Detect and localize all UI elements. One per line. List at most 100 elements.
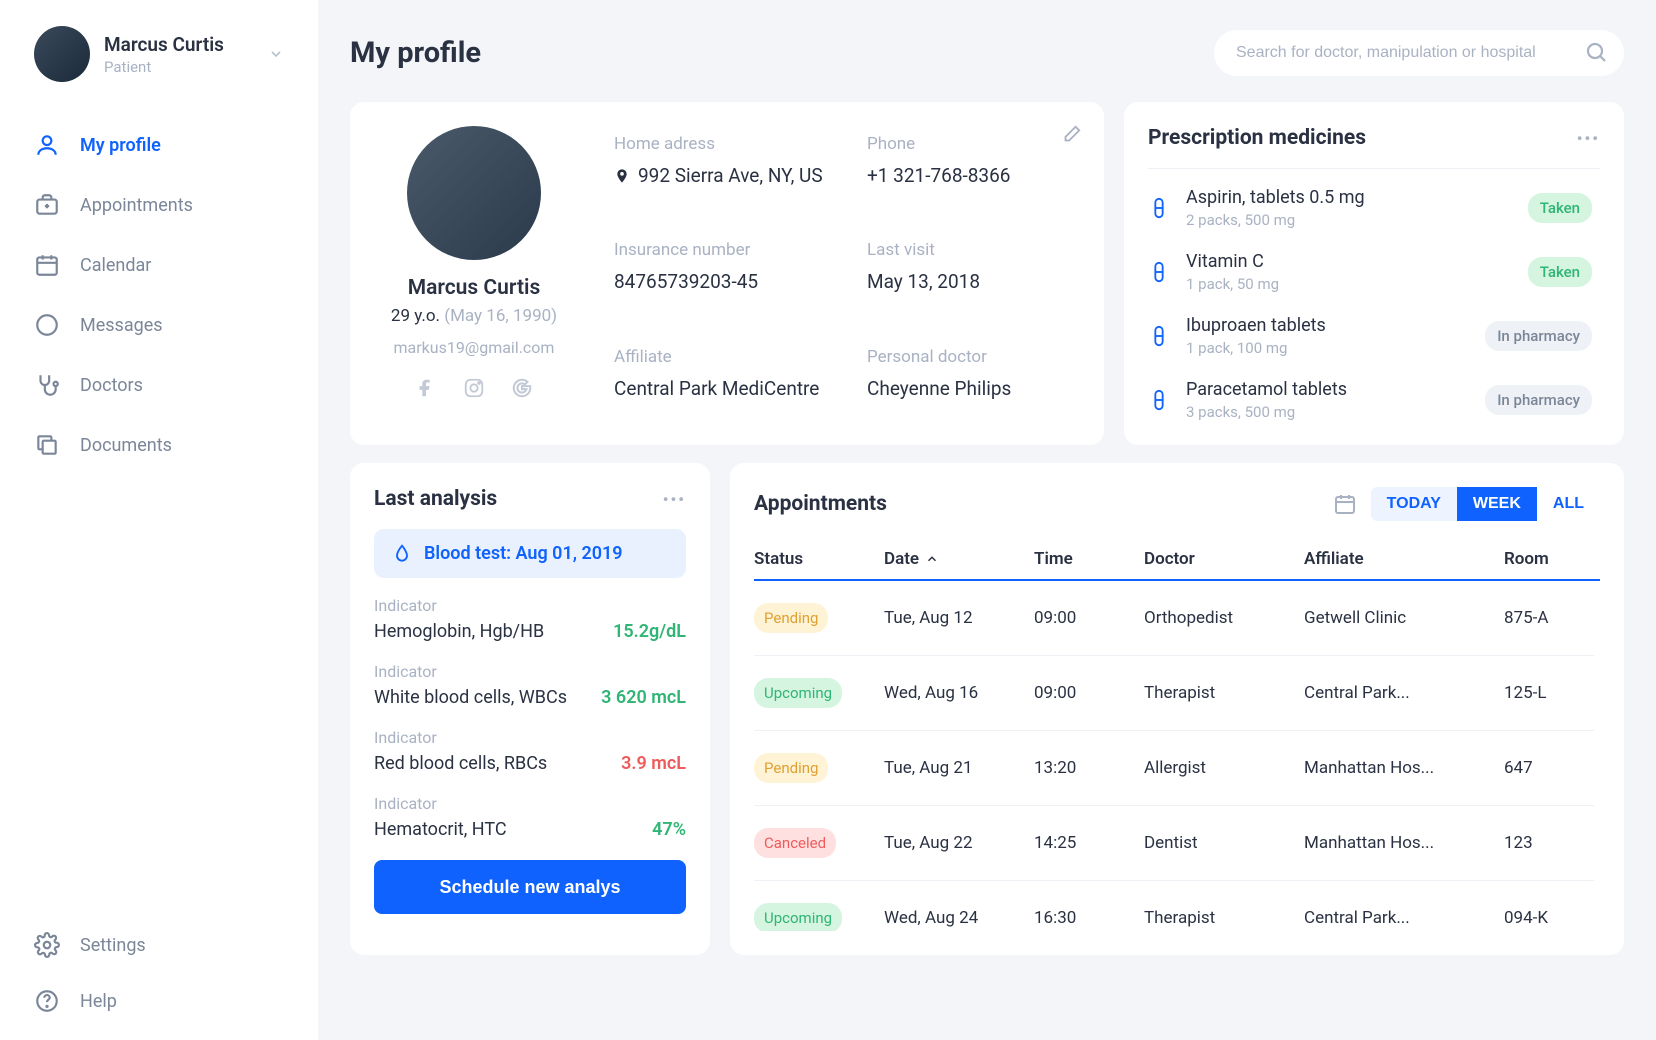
analysis-card: Last analysis ••• Blood test: Aug 01, 20… [350, 463, 710, 955]
sidebar-item-calendar[interactable]: Calendar [34, 252, 284, 278]
calendar-icon[interactable] [1333, 492, 1357, 516]
cell-affiliate: Central Park... [1304, 908, 1494, 928]
blood-test-chip[interactable]: Blood test: Aug 01, 2019 [374, 529, 686, 578]
status-badge: Taken [1528, 193, 1592, 223]
facebook-icon[interactable] [415, 377, 437, 399]
more-icon[interactable]: ••• [663, 490, 686, 509]
edit-icon[interactable] [1060, 124, 1082, 146]
google-icon[interactable] [511, 377, 533, 399]
search-icon[interactable] [1584, 40, 1608, 64]
sidebar-item-label: Appointments [80, 195, 193, 216]
prescription-meta: 1 pack, 50 mg [1186, 275, 1512, 293]
analysis-title: Last analysis [374, 487, 497, 511]
prescription-name: Vitamin C [1186, 251, 1512, 272]
indicator-value: 15.2g/dL [613, 621, 686, 642]
status-badge: In pharmacy [1485, 385, 1592, 415]
sidebar-item-label: Settings [80, 935, 146, 956]
sidebar-item-documents[interactable]: Documents [34, 432, 284, 458]
cell-date: Wed, Aug 16 [884, 683, 1024, 703]
sidebar-item-label: Help [80, 991, 117, 1012]
sidebar-item-label: My profile [80, 135, 161, 156]
profile-name: Marcus Curtis [374, 276, 574, 300]
prescription-item[interactable]: Vitamin C1 pack, 50 mgTaken [1148, 251, 1592, 293]
briefcase-icon [34, 192, 60, 218]
sidebar-item-label: Documents [80, 435, 172, 456]
prescription-meta: 3 packs, 500 mg [1186, 403, 1469, 421]
main: My profile Marcus Curtis 29 y.o. (Ma [318, 0, 1656, 1040]
sidebar: Marcus Curtis Patient My profile Appointm… [0, 0, 318, 1040]
indicator-value: 3 620 mcL [601, 687, 686, 708]
sidebar-item-label: Calendar [80, 255, 151, 276]
schedule-analysis-button[interactable]: Schedule new analys [374, 860, 686, 914]
search [1214, 30, 1624, 76]
cell-doctor: Dentist [1144, 833, 1294, 853]
prescription-item[interactable]: Ibuproaen tablets1 pack, 100 mgIn pharma… [1148, 315, 1592, 357]
sidebar-item-my-profile[interactable]: My profile [34, 132, 284, 158]
cell-doctor: Orthopedist [1144, 608, 1294, 628]
col-time[interactable]: Time [1034, 549, 1134, 569]
indicator-name: Red blood cells, RBCs [374, 753, 547, 774]
prescription-meta: 2 packs, 500 mg [1186, 211, 1512, 229]
indicator-row: IndicatorRed blood cells, RBCs3.9 mcL [374, 728, 686, 774]
cell-affiliate: Central Park... [1304, 683, 1494, 703]
table-row[interactable]: PendingTue, Aug 2113:20AllergistManhatta… [754, 731, 1594, 806]
sidebar-item-help[interactable]: Help [34, 988, 284, 1014]
user-menu[interactable]: Marcus Curtis Patient [34, 26, 284, 82]
appointments-title: Appointments [754, 492, 887, 516]
col-doctor[interactable]: Doctor [1144, 549, 1294, 569]
prescription-name: Paracetamol tablets [1186, 379, 1469, 400]
cell-time: 16:30 [1034, 908, 1134, 928]
table-row[interactable]: PendingTue, Aug 1209:00OrthopedistGetwel… [754, 581, 1594, 656]
cell-date: Tue, Aug 21 [884, 758, 1024, 778]
page-title: My profile [350, 36, 481, 70]
pill-icon [1148, 389, 1170, 411]
profile-email: markus19@gmail.com [374, 338, 574, 357]
instagram-icon[interactable] [463, 377, 485, 399]
sort-asc-icon [925, 552, 939, 566]
search-input[interactable] [1214, 30, 1624, 76]
more-icon[interactable]: ••• [1577, 129, 1600, 148]
cell-room: 125-L [1504, 683, 1594, 703]
prescription-item[interactable]: Paracetamol tablets 3 packs, 500 mg In pha… [1148, 379, 1592, 421]
prescriptions-title: Prescription medicines [1148, 126, 1366, 150]
indicator-row: IndicatorWhite blood cells, WBCs3 620 mc… [374, 662, 686, 708]
sidebar-item-doctors[interactable]: Doctors [34, 372, 284, 398]
table-row[interactable]: UpcomingWed, Aug 1609:00TherapistCentral… [754, 656, 1594, 731]
cell-time: 09:00 [1034, 683, 1134, 703]
status-badge: Upcoming [754, 903, 842, 931]
indicator-value: 3.9 mcL [621, 753, 686, 774]
col-date[interactable]: Date [884, 549, 1024, 569]
cell-affiliate: Manhattan Hos... [1304, 758, 1494, 778]
col-room[interactable]: Room [1504, 549, 1594, 569]
range-segmented: TODAY WEEK ALL [1371, 487, 1600, 521]
table-header: Status Date Time Doctor Affiliate Room [754, 539, 1600, 581]
sidebar-item-appointments[interactable]: Appointments [34, 192, 284, 218]
indicator-name: Hematocrit, HTC [374, 819, 507, 840]
cell-room: 647 [1504, 758, 1594, 778]
tab-today[interactable]: TODAY [1371, 487, 1457, 521]
prescription-item[interactable]: Aspirin, tablets 0.5 mg2 packs, 500 mgTa… [1148, 187, 1592, 229]
col-status[interactable]: Status [754, 549, 874, 569]
tab-week[interactable]: WEEK [1457, 487, 1537, 521]
indicator-row: IndicatorHemoglobin, Hgb/HB15.2g/dL [374, 596, 686, 642]
indicator-name: Hemoglobin, Hgb/HB [374, 621, 544, 642]
avatar [34, 26, 90, 82]
prescriptions-card: Prescription medicines ••• Aspirin, tabl… [1124, 102, 1624, 445]
table-row[interactable]: CanceledTue, Aug 2214:25DentistManhattan… [754, 806, 1594, 881]
chevron-down-icon[interactable] [268, 46, 284, 62]
sidebar-item-label: Messages [80, 315, 163, 336]
field-phone: Phone +1 321-768-8366 [867, 134, 1080, 208]
table-row[interactable]: UpcomingWed, Aug 2416:30TherapistCentral… [754, 881, 1594, 931]
indicator-value: 47% [652, 819, 686, 840]
sidebar-item-messages[interactable]: Messages [34, 312, 284, 338]
gear-icon [34, 932, 60, 958]
tab-all[interactable]: ALL [1537, 487, 1600, 521]
cell-date: Wed, Aug 24 [884, 908, 1024, 928]
sidebar-item-settings[interactable]: Settings [34, 932, 284, 958]
field-affiliate: Affiliate Central Park MediCentre [614, 347, 827, 421]
cell-doctor: Therapist [1144, 683, 1294, 703]
cell-time: 13:20 [1034, 758, 1134, 778]
sidebar-item-label: Doctors [80, 375, 143, 396]
col-affiliate[interactable]: Affiliate [1304, 549, 1494, 569]
appointments-card: Appointments TODAY WEEK ALL Status Date … [730, 463, 1624, 955]
